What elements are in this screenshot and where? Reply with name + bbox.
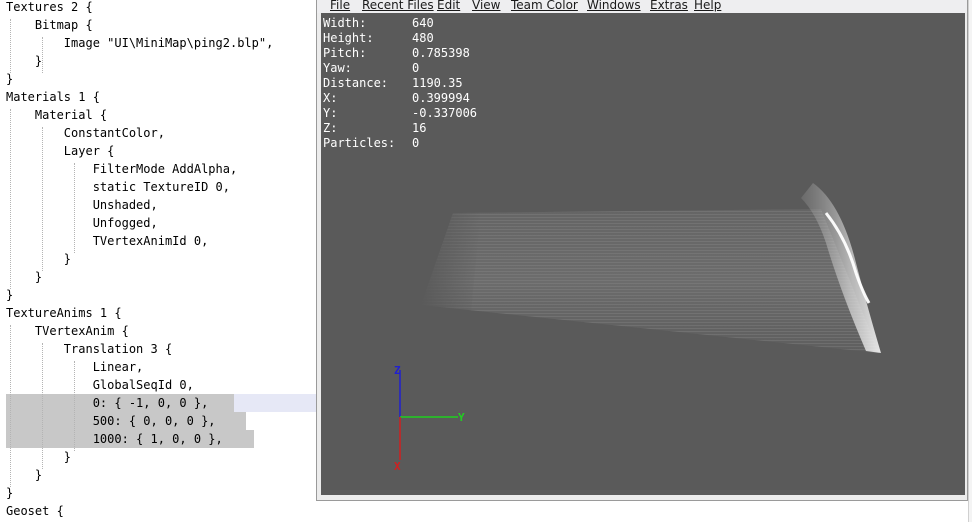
code-line[interactable]: Geoset { xyxy=(0,502,64,520)
3d-viewport[interactable]: Width: 640 Height: 480 Pitch: 0.785398 Yaw: 0 Di… xyxy=(321,13,965,495)
code-line[interactable]: } xyxy=(0,268,42,286)
menu-file[interactable]: File xyxy=(330,0,350,11)
code-line[interactable]: ConstantColor, xyxy=(0,124,165,142)
code-line[interactable]: Linear, xyxy=(0,358,144,376)
code-line[interactable]: GlobalSeqId 0, xyxy=(0,376,194,394)
code-line-text: Materials 1 { xyxy=(6,90,100,104)
code-line[interactable]: } xyxy=(0,466,42,484)
axis-z-label: Z xyxy=(394,364,401,377)
code-line[interactable]: Materials 1 { xyxy=(0,88,100,106)
code-line-text: Layer { xyxy=(6,144,115,158)
code-line-text: } xyxy=(6,252,72,266)
right-scroll-strip xyxy=(968,0,972,522)
code-line[interactable]: Layer { xyxy=(0,142,115,160)
bottom-margin xyxy=(316,501,968,522)
code-editor[interactable]: Textures 2 { Bitmap { Image "UI\MiniMap\… xyxy=(0,0,316,522)
code-line-text: 1000: { 1, 0, 0 }, xyxy=(6,432,223,446)
code-line-text: GlobalSeqId 0, xyxy=(6,378,194,392)
menu-help[interactable]: Help xyxy=(694,0,721,11)
menu-team-color[interactable]: Team Color xyxy=(511,0,578,11)
code-line-text: 500: { 0, 0, 0 }, xyxy=(6,414,216,428)
code-line-text: ConstantColor, xyxy=(6,126,165,140)
code-line[interactable]: 0: { -1, 0, 0 }, xyxy=(0,394,209,412)
code-line[interactable]: } xyxy=(0,52,42,70)
axis-x-label: X xyxy=(394,460,401,473)
model-viewer-window[interactable]: File Recent Files Edit View Team Color W… xyxy=(316,0,968,501)
code-line[interactable]: FilterMode AddAlpha, xyxy=(0,160,238,178)
code-line-text: Bitmap { xyxy=(6,18,93,32)
code-line[interactable]: } xyxy=(0,70,13,88)
code-line-text: } xyxy=(6,450,72,464)
code-line-text: Unfogged, xyxy=(6,216,158,230)
code-line[interactable]: Material { xyxy=(0,106,107,124)
code-line[interactable]: Bitmap { xyxy=(0,16,93,34)
code-line[interactable]: } xyxy=(0,250,71,268)
code-line[interactable]: Translation 3 { xyxy=(0,340,172,358)
code-line-text: Unshaded, xyxy=(6,198,158,212)
code-line-text: } xyxy=(6,486,14,500)
code-line[interactable]: Image "UI\MiniMap\ping2.blp", xyxy=(0,34,274,52)
code-line-text: } xyxy=(6,270,43,284)
code-line-text: Translation 3 { xyxy=(6,342,173,356)
code-line-text: Textures 2 { xyxy=(6,0,93,14)
code-line-text: } xyxy=(6,468,43,482)
menu-extras[interactable]: Extras xyxy=(650,0,688,11)
menu-windows[interactable]: Windows xyxy=(587,0,641,11)
axis-y-label: Y xyxy=(458,411,465,424)
code-line[interactable]: Textures 2 { xyxy=(0,0,93,16)
code-line-text: TVertexAnimId 0, xyxy=(6,234,209,248)
code-line[interactable]: Unshaded, xyxy=(0,196,158,214)
code-line-text: 0: { -1, 0, 0 }, xyxy=(6,396,209,410)
menu-bar: File Recent Files Edit View Team Color W… xyxy=(317,0,967,13)
code-line-text: TVertexAnim { xyxy=(6,324,129,338)
code-line-text: Geoset { xyxy=(6,504,64,518)
code-line-text: TextureAnims 1 { xyxy=(6,306,122,320)
code-line[interactable]: static TextureID 0, xyxy=(0,178,230,196)
code-line-text: } xyxy=(6,288,14,302)
axis-gizmo: Z Y X xyxy=(394,364,465,473)
menu-recent-files[interactable]: Recent Files xyxy=(362,0,434,11)
code-line[interactable]: 500: { 0, 0, 0 }, xyxy=(0,412,216,430)
code-line[interactable]: } xyxy=(0,484,13,502)
code-line[interactable]: Unfogged, xyxy=(0,214,158,232)
code-line-text: FilterMode AddAlpha, xyxy=(6,162,238,176)
code-line[interactable]: TVertexAnimId 0, xyxy=(0,232,209,250)
code-line-text: Image "UI\MiniMap\ping2.blp", xyxy=(6,36,274,50)
code-line-text: } xyxy=(6,54,43,68)
code-line-text: Linear, xyxy=(6,360,144,374)
menu-edit[interactable]: Edit xyxy=(437,0,460,11)
code-line[interactable]: 1000: { 1, 0, 0 }, xyxy=(0,430,223,448)
menu-view[interactable]: View xyxy=(472,0,500,11)
code-line[interactable]: } xyxy=(0,448,71,466)
code-line[interactable]: } xyxy=(0,286,13,304)
code-line-text: } xyxy=(6,72,14,86)
code-line-text: static TextureID 0, xyxy=(6,180,230,194)
code-line[interactable]: TextureAnims 1 { xyxy=(0,304,122,322)
code-line-text: Material { xyxy=(6,108,108,122)
code-line[interactable]: TVertexAnim { xyxy=(0,322,129,340)
